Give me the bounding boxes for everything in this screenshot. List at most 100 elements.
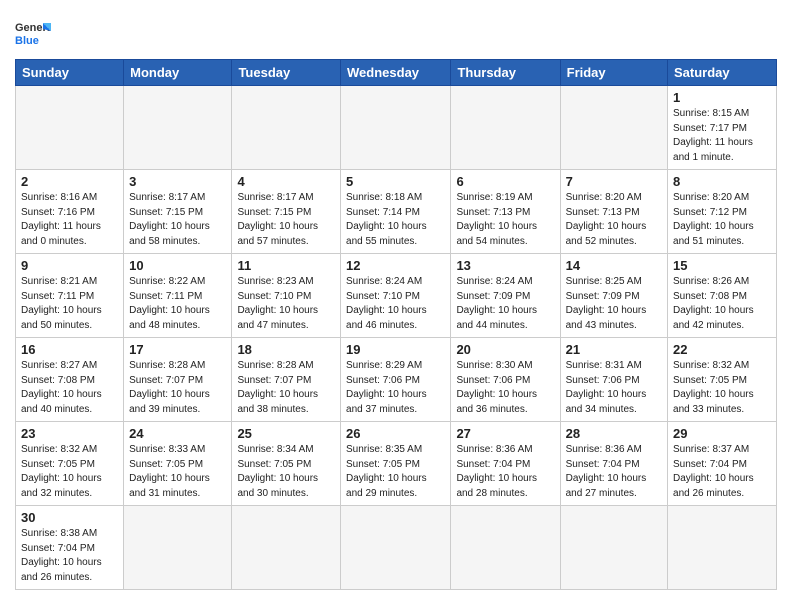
day-cell: 29 Sunrise: 8:37 AM Sunset: 7:04 PM Dayli… [668,422,777,506]
header: General Blue [15,10,777,51]
day-number: 15 [673,258,771,273]
day-cell: 9 Sunrise: 8:21 AM Sunset: 7:11 PM Daylig… [16,254,124,338]
day-number: 3 [129,174,226,189]
week-row-3: 9 Sunrise: 8:21 AM Sunset: 7:11 PM Daylig… [16,254,777,338]
day-number: 21 [566,342,662,357]
day-number: 30 [21,510,118,525]
day-info: Sunrise: 8:37 AM Sunset: 7:04 PM Dayligh… [673,443,771,501]
day-number: 19 [346,342,445,357]
day-number: 8 [673,174,771,189]
weekday-header-row: SundayMondayTuesdayWednesdayThursdayFrid… [16,60,777,86]
day-number: 6 [456,174,554,189]
day-info: Sunrise: 8:23 AM Sunset: 7:10 PM Dayligh… [237,275,335,333]
day-number: 7 [566,174,662,189]
day-cell: 27 Sunrise: 8:36 AM Sunset: 7:04 PM Dayli… [451,422,560,506]
day-number: 4 [237,174,335,189]
day-cell [451,506,560,590]
day-cell: 2Sunrise: 8:16 AM Sunset: 7:16 PM Daylig… [16,170,124,254]
day-number: 9 [21,258,118,273]
day-number: 1 [673,90,771,105]
weekday-saturday: Saturday [668,60,777,86]
day-info: Sunrise: 8:30 AM Sunset: 7:06 PM Dayligh… [456,359,554,417]
day-cell: 6 Sunrise: 8:19 AM Sunset: 7:13 PM Daylig… [451,170,560,254]
day-cell: 24Sunrise: 8:33 AM Sunset: 7:05 PM Dayli… [124,422,232,506]
svg-text:Blue: Blue [15,35,39,47]
day-cell: 28 Sunrise: 8:36 AM Sunset: 7:04 PM Dayli… [560,422,667,506]
day-info: Sunrise: 8:25 AM Sunset: 7:09 PM Dayligh… [566,275,662,333]
day-cell: 30 Sunrise: 8:38 AM Sunset: 7:04 PM Dayli… [16,506,124,590]
day-number: 26 [346,426,445,441]
day-cell: 18 Sunrise: 8:28 AM Sunset: 7:07 PM Dayli… [232,338,341,422]
day-info: Sunrise: 8:21 AM Sunset: 7:11 PM Dayligh… [21,275,118,333]
day-cell: 23 Sunrise: 8:32 AM Sunset: 7:05 PM Dayli… [16,422,124,506]
day-cell [341,86,451,170]
day-cell: 10Sunrise: 8:22 AM Sunset: 7:11 PM Dayli… [124,254,232,338]
weekday-friday: Friday [560,60,667,86]
day-info: Sunrise: 8:31 AM Sunset: 7:06 PM Dayligh… [566,359,662,417]
day-cell: 14 Sunrise: 8:25 AM Sunset: 7:09 PM Dayli… [560,254,667,338]
day-cell [451,86,560,170]
day-number: 24 [129,426,226,441]
day-cell: 17Sunrise: 8:28 AM Sunset: 7:07 PM Dayli… [124,338,232,422]
day-number: 25 [237,426,335,441]
day-number: 11 [237,258,335,273]
week-row-1: 1 Sunrise: 8:15 AM Sunset: 7:17 PM Daylig… [16,86,777,170]
weekday-monday: Monday [124,60,232,86]
day-cell: 19 Sunrise: 8:29 AM Sunset: 7:06 PM Dayli… [341,338,451,422]
day-cell: 21 Sunrise: 8:31 AM Sunset: 7:06 PM Dayli… [560,338,667,422]
day-cell [124,506,232,590]
day-number: 28 [566,426,662,441]
day-info: Sunrise: 8:36 AM Sunset: 7:04 PM Dayligh… [566,443,662,501]
day-cell [232,506,341,590]
day-number: 27 [456,426,554,441]
generalblue-logo-icon: General Blue [15,15,51,51]
day-cell: 13 Sunrise: 8:24 AM Sunset: 7:09 PM Dayli… [451,254,560,338]
day-number: 18 [237,342,335,357]
day-cell: 20 Sunrise: 8:30 AM Sunset: 7:06 PM Dayli… [451,338,560,422]
day-info: Sunrise: 8:24 AM Sunset: 7:09 PM Dayligh… [456,275,554,333]
day-info: Sunrise: 8:17 AM Sunset: 7:15 PM Dayligh… [237,191,335,249]
page: General Blue SundayMondayTuesdayWednesda… [0,0,792,600]
day-cell: 1 Sunrise: 8:15 AM Sunset: 7:17 PM Daylig… [668,86,777,170]
weekday-sunday: Sunday [16,60,124,86]
weekday-thursday: Thursday [451,60,560,86]
day-number: 22 [673,342,771,357]
day-number: 29 [673,426,771,441]
day-number: 12 [346,258,445,273]
day-number: 20 [456,342,554,357]
day-info: Sunrise: 8:28 AM Sunset: 7:07 PM Dayligh… [237,359,335,417]
day-number: 5 [346,174,445,189]
day-cell: 16 Sunrise: 8:27 AM Sunset: 7:08 PM Dayli… [16,338,124,422]
day-info: Sunrise: 8:22 AM Sunset: 7:11 PM Dayligh… [129,275,226,333]
day-info: Sunrise: 8:32 AM Sunset: 7:05 PM Dayligh… [673,359,771,417]
day-info: Sunrise: 8:36 AM Sunset: 7:04 PM Dayligh… [456,443,554,501]
day-number: 16 [21,342,118,357]
day-cell: 12Sunrise: 8:24 AM Sunset: 7:10 PM Dayli… [341,254,451,338]
day-info: Sunrise: 8:35 AM Sunset: 7:05 PM Dayligh… [346,443,445,501]
day-info: Sunrise: 8:32 AM Sunset: 7:05 PM Dayligh… [21,443,118,501]
day-info: Sunrise: 8:29 AM Sunset: 7:06 PM Dayligh… [346,359,445,417]
day-cell: 5 Sunrise: 8:18 AM Sunset: 7:14 PM Daylig… [341,170,451,254]
day-number: 14 [566,258,662,273]
day-cell: 26 Sunrise: 8:35 AM Sunset: 7:05 PM Dayli… [341,422,451,506]
day-cell [668,506,777,590]
day-info: Sunrise: 8:20 AM Sunset: 7:13 PM Dayligh… [566,191,662,249]
day-info: Sunrise: 8:38 AM Sunset: 7:04 PM Dayligh… [21,527,118,585]
day-cell [124,86,232,170]
day-info: Sunrise: 8:19 AM Sunset: 7:13 PM Dayligh… [456,191,554,249]
day-info: Sunrise: 8:18 AM Sunset: 7:14 PM Dayligh… [346,191,445,249]
week-row-2: 2Sunrise: 8:16 AM Sunset: 7:16 PM Daylig… [16,170,777,254]
day-number: 13 [456,258,554,273]
day-info: Sunrise: 8:20 AM Sunset: 7:12 PM Dayligh… [673,191,771,249]
day-info: Sunrise: 8:27 AM Sunset: 7:08 PM Dayligh… [21,359,118,417]
day-cell: 3 Sunrise: 8:17 AM Sunset: 7:15 PM Daylig… [124,170,232,254]
day-info: Sunrise: 8:17 AM Sunset: 7:15 PM Dayligh… [129,191,226,249]
week-row-6: 30 Sunrise: 8:38 AM Sunset: 7:04 PM Dayli… [16,506,777,590]
day-info: Sunrise: 8:34 AM Sunset: 7:05 PM Dayligh… [237,443,335,501]
day-info: Sunrise: 8:28 AM Sunset: 7:07 PM Dayligh… [129,359,226,417]
day-cell [560,86,667,170]
day-info: Sunrise: 8:15 AM Sunset: 7:17 PM Dayligh… [673,107,771,165]
day-cell: 8 Sunrise: 8:20 AM Sunset: 7:12 PM Daylig… [668,170,777,254]
day-cell: 11 Sunrise: 8:23 AM Sunset: 7:10 PM Dayli… [232,254,341,338]
day-number: 23 [21,426,118,441]
